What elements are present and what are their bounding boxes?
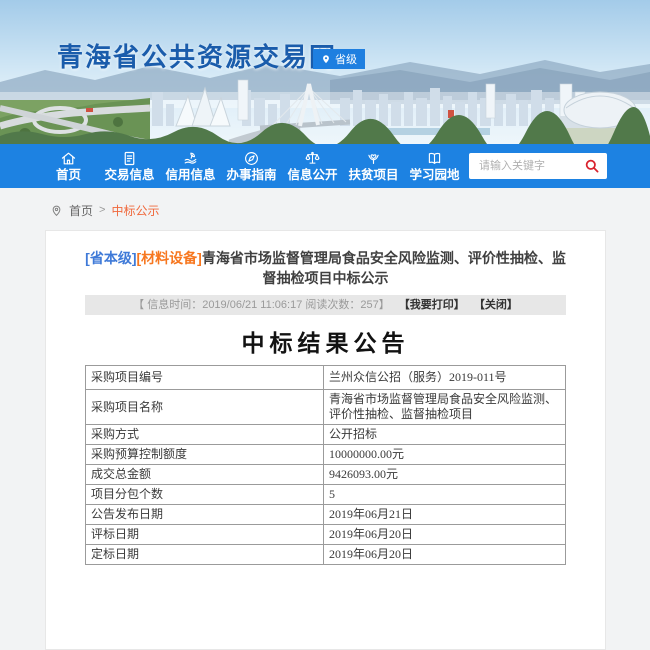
table-row: 公告发布日期 2019年06月21日 (85, 504, 566, 525)
table-row-label: 项目分包个数 (85, 484, 324, 505)
nav-item-6[interactable]: 扶贫项目 (347, 150, 400, 182)
book-icon (426, 150, 443, 167)
table-row-value: 2019年06月20日 (323, 544, 566, 565)
table-row: 采购项目名称 青海省市场监督管理局食品安全风险监测、评价性抽检、监督抽检项目 (85, 389, 566, 425)
nav-item-label: 首页 (55, 168, 81, 182)
nav-item-4[interactable]: 办事指南 (225, 150, 278, 182)
table-row-value: 2019年06月21日 (323, 504, 566, 525)
title-category-tag: [材料设备] (136, 250, 202, 266)
print-button[interactable]: 【我要打印】 (399, 299, 465, 311)
search-input[interactable] (477, 159, 582, 173)
scales-icon (304, 150, 321, 167)
table-row-value: 兰州众信公招（服务）2019-011号 (323, 365, 566, 390)
table-row: 采购方式 公开招标 (85, 424, 566, 445)
nav-item-2[interactable]: 交易信息 (103, 150, 156, 182)
breadcrumb-separator: > (99, 204, 106, 216)
table-row-label: 公告发布日期 (85, 504, 324, 525)
table-row: 成交总金额 9426093.00元 (85, 464, 566, 485)
notice-table-body: 采购项目编号 兰州众信公招（服务）2019-011号 采购项目名称 青海省市场监… (85, 365, 566, 565)
nav-item-3[interactable]: 信用信息 (164, 150, 217, 182)
hand-leaf-icon (182, 150, 199, 167)
close-button[interactable]: 【关闭】 (474, 299, 518, 311)
table-row-value: 2019年06月20日 (323, 524, 566, 545)
table-row: 项目分包个数 5 (85, 484, 566, 505)
notice-heading: 中标结果公告 (241, 331, 410, 356)
table-row-value: 公开招标 (323, 424, 566, 445)
home-icon (60, 150, 77, 167)
nav-item-label: 信用信息 (165, 168, 216, 182)
search-box (469, 153, 607, 179)
table-row-value: 9426093.00元 (323, 464, 566, 485)
nav-items: 首页 交易信息 信用信息 办事指南 信息公开 扶贫项目 学习园地 (42, 150, 461, 182)
title-main-text: 青海省市场监督管理局食品安全风险监测、评价性抽检、监督抽检项目中标公示 (201, 250, 566, 286)
article-title: [省本级][材料设备]青海省市场监督管理局食品安全风险监测、评价性抽检、监督抽检… (85, 248, 566, 288)
region-level-label: 省级 (335, 54, 357, 66)
title-level-tag: [省本级] (85, 250, 137, 266)
nav-item-label: 交易信息 (104, 168, 155, 182)
breadcrumb: 首页 > 中标公示 (50, 201, 650, 219)
table-row-label: 成交总金额 (85, 464, 324, 485)
site-banner: 青海省公共资源交易网 省级 (0, 0, 650, 144)
region-level-badge[interactable]: 省级 (313, 49, 365, 69)
compass-icon (243, 150, 260, 167)
location-pin-icon (321, 53, 331, 65)
main-nav: 首页 交易信息 信用信息 办事指南 信息公开 扶贫项目 学习园地 (0, 144, 650, 188)
breadcrumb-pin-icon (50, 204, 63, 217)
table-row-label: 采购项目名称 (85, 389, 324, 425)
nav-item-7[interactable]: 学习园地 (408, 150, 461, 182)
search-button[interactable] (582, 158, 602, 174)
document-icon (121, 150, 138, 167)
table-row-value: 5 (323, 484, 566, 505)
nav-item-5[interactable]: 信息公开 (286, 150, 339, 182)
table-row-label: 采购方式 (85, 424, 324, 445)
table-row-value: 10000000.00元 (323, 444, 566, 465)
table-row-label: 评标日期 (85, 524, 324, 545)
notice-table: 采购项目编号 兰州众信公招（服务）2019-011号 采购项目名称 青海省市场监… (85, 365, 566, 565)
content-card: [省本级][材料设备]青海省市场监督管理局食品安全风险监测、评价性抽检、监督抽检… (45, 230, 606, 650)
nav-item-label: 学习园地 (409, 168, 460, 182)
table-row: 采购预算控制额度 10000000.00元 (85, 444, 566, 465)
breadcrumb-home-link[interactable]: 首页 (69, 202, 93, 219)
table-row-label: 定标日期 (85, 544, 324, 565)
table-row: 评标日期 2019年06月20日 (85, 524, 566, 545)
person-heart-icon (365, 150, 382, 167)
site-title: 青海省公共资源交易网 (57, 42, 338, 72)
nav-item-label: 办事指南 (226, 168, 277, 182)
search-icon (584, 158, 600, 174)
table-row-label: 采购预算控制额度 (85, 444, 324, 465)
table-row: 采购项目编号 兰州众信公招（服务）2019-011号 (85, 365, 566, 390)
nav-item-1[interactable]: 首页 (42, 150, 95, 182)
nav-item-label: 扶贫项目 (348, 168, 399, 182)
table-row-value: 青海省市场监督管理局食品安全风险监测、评价性抽检、监督抽检项目 (323, 389, 566, 425)
nav-item-label: 信息公开 (287, 168, 338, 182)
breadcrumb-current: 中标公示 (111, 203, 160, 218)
table-row: 定标日期 2019年06月20日 (85, 544, 566, 565)
table-row-label: 采购项目编号 (85, 365, 324, 390)
article-meta-bar: 【 信息时间：2019/06/21 11:06:17 阅读次数：257】 【我要… (85, 295, 566, 315)
article-meta-info: 【 信息时间：2019/06/21 11:06:17 阅读次数：257】 (133, 299, 390, 311)
